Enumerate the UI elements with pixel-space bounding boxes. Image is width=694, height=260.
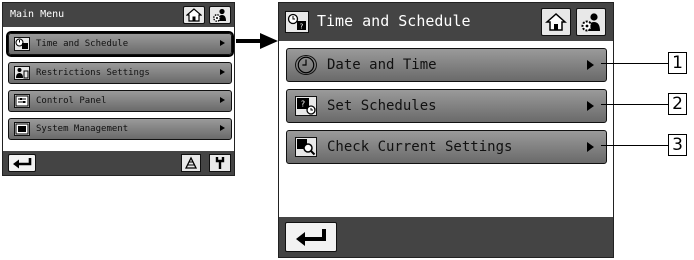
time-schedule-footer	[279, 217, 613, 257]
callout-3: 3	[668, 134, 687, 156]
chevron-right-icon	[587, 60, 594, 70]
chevron-right-icon	[220, 97, 225, 103]
callout-1: 1	[668, 52, 687, 74]
main-menu-title: Main Menu	[10, 9, 65, 20]
person-gear-icon	[581, 13, 600, 32]
callout-line-3	[601, 145, 668, 146]
menu-item-date-and-time[interactable]: Date and Time	[286, 48, 607, 82]
callout-2: 2	[668, 93, 687, 115]
home-button[interactable]	[183, 6, 205, 24]
settings-button[interactable]	[576, 8, 606, 36]
svg-text:?: ?	[300, 23, 304, 31]
time-schedule-screen: ? Time and Schedule Date and Time ? Set …	[278, 2, 614, 258]
menu-item-label: Time and Schedule	[36, 39, 129, 49]
callout-line-2	[601, 104, 668, 105]
main-menu-screen: Main Menu Time and Schedule Restrictions…	[2, 2, 235, 176]
time-schedule-title: Time and Schedule	[317, 12, 471, 30]
restrictions-icon	[14, 66, 30, 80]
clock-schedule-icon	[14, 37, 30, 51]
magnifier-icon	[295, 137, 317, 157]
svg-text:?: ?	[301, 100, 305, 109]
system-management-icon	[14, 122, 30, 136]
maintenance-icon	[184, 156, 198, 169]
chevron-right-icon	[220, 40, 225, 46]
maintenance-button[interactable]	[181, 154, 201, 172]
settings-button[interactable]	[209, 6, 231, 24]
chevron-right-icon	[220, 69, 225, 75]
home-icon	[186, 8, 202, 22]
clock-icon	[295, 55, 317, 75]
main-menu-footer	[3, 151, 234, 175]
time-schedule-icon: ?	[285, 11, 309, 33]
menu-item-label: Date and Time	[327, 57, 437, 73]
control-panel-icon	[14, 94, 30, 108]
callout-line-1	[601, 63, 668, 64]
time-schedule-titlebar: ? Time and Schedule	[279, 3, 613, 41]
menu-item-label: Check Current Settings	[327, 139, 513, 155]
menu-item-label: System Management	[36, 124, 129, 134]
menu-item-label: Restrictions Settings	[36, 68, 150, 78]
menu-item-label: Set Schedules	[327, 98, 437, 114]
return-arrow-icon	[13, 158, 32, 169]
back-button[interactable]	[8, 154, 36, 172]
wrench-icon	[215, 157, 225, 169]
back-button[interactable]	[285, 222, 337, 252]
menu-item-set-schedules[interactable]: ? Set Schedules	[286, 89, 607, 123]
chevron-right-icon	[587, 101, 594, 111]
menu-item-restrictions-settings[interactable]: Restrictions Settings	[8, 62, 232, 84]
schedule-icon: ?	[295, 96, 317, 116]
menu-item-control-panel[interactable]: Control Panel	[8, 90, 232, 112]
menu-item-time-and-schedule[interactable]: Time and Schedule	[6, 31, 234, 57]
wrench-button[interactable]	[209, 154, 231, 172]
home-button[interactable]	[541, 8, 571, 36]
navigation-arrow	[236, 33, 278, 49]
main-menu-titlebar: Main Menu	[3, 3, 234, 27]
chevron-right-icon	[220, 125, 225, 131]
menu-item-label: Control Panel	[36, 96, 107, 106]
menu-item-system-management[interactable]: System Management	[8, 118, 232, 140]
menu-item-check-current-settings[interactable]: Check Current Settings	[286, 130, 607, 164]
chevron-right-icon	[587, 142, 594, 152]
person-gear-icon	[213, 8, 226, 22]
return-arrow-icon	[296, 229, 326, 246]
home-icon	[545, 12, 567, 31]
